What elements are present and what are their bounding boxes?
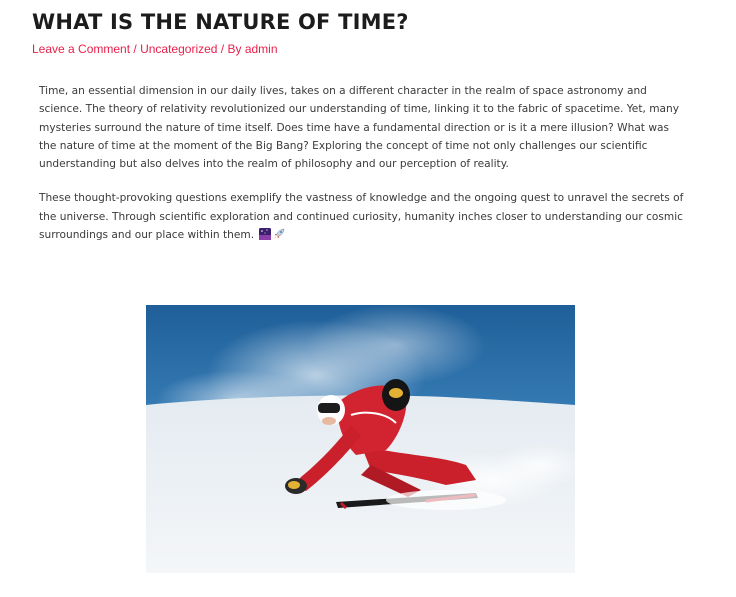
leave-comment-link[interactable]: Leave a Comment (32, 42, 130, 56)
post-content: Time, an essential dimension in our dail… (39, 82, 687, 262)
night-sky-icon (259, 228, 272, 246)
category-link[interactable]: Uncategorized (140, 42, 217, 56)
paragraph-intro: Time, an essential dimension in our dail… (39, 82, 687, 173)
meta-separator: / (130, 42, 141, 56)
post-title: WHAT IS THE NATURE OF TIME? (32, 10, 409, 34)
skier-photo (146, 305, 575, 573)
rocket-icon (273, 228, 285, 246)
paragraph-closing-text: These thought-provoking questions exempl… (39, 192, 684, 242)
author-link[interactable]: admin (245, 42, 278, 56)
post-meta: Leave a Comment / Uncategorized / By adm… (32, 42, 278, 56)
meta-by-separator: / By (217, 42, 245, 56)
paragraph-closing: These thought-provoking questions exempl… (39, 189, 687, 246)
paragraph-intro-text: Time, an essential dimension in our dail… (39, 85, 680, 171)
